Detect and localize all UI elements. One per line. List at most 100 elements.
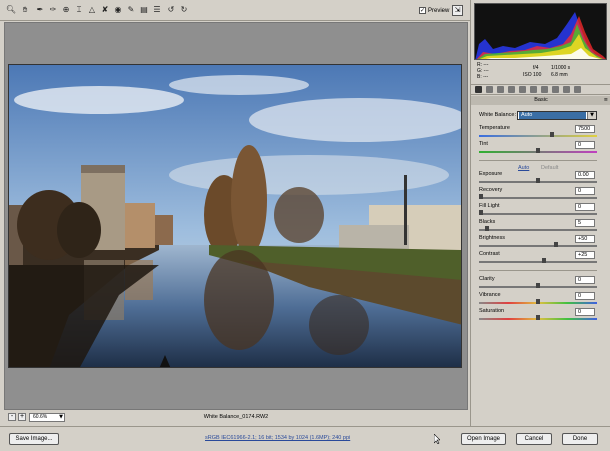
- vibrance-value-field[interactable]: 0: [575, 292, 595, 300]
- temperature-slider-thumb[interactable]: [550, 132, 554, 137]
- white-balance-label: White Balance:: [479, 112, 516, 118]
- bottom-bar: Save Image... sRGB IEC61966-2.1; 16 bit;…: [0, 426, 610, 451]
- hand-tool-icon[interactable]: ✋︎: [20, 5, 30, 15]
- brightness-slider-row: Brightness +50: [471, 235, 610, 251]
- rotate-cw-icon[interactable]: ↻: [179, 5, 189, 15]
- saturation-value-field[interactable]: 0: [575, 308, 595, 316]
- camera-calibration-tab-icon[interactable]: [552, 86, 559, 93]
- blacks-slider[interactable]: [479, 226, 597, 231]
- temperature-slider[interactable]: [479, 132, 597, 137]
- snapshots-tab-icon[interactable]: [574, 86, 581, 93]
- rgb-readout: R: --- G: --- B: --- f/4 1/1000 s ISO 10…: [477, 62, 607, 82]
- blacks-value-field[interactable]: 5: [575, 219, 595, 227]
- vibrance-label: Vibrance: [479, 292, 501, 298]
- saturation-slider-row: Saturation 0: [471, 308, 610, 324]
- vibrance-slider-row: Vibrance 0: [471, 292, 610, 308]
- exposure-slider-row: Exposure 0.00: [471, 171, 610, 187]
- contrast-slider-row: Contrast +25: [471, 251, 610, 267]
- clarity-slider[interactable]: [479, 283, 597, 288]
- presets-tab-icon[interactable]: [563, 86, 570, 93]
- white-balance-value: Auto: [519, 112, 586, 119]
- chevron-down-icon: ▼: [587, 112, 596, 119]
- recovery-slider-thumb[interactable]: [479, 194, 483, 199]
- tint-slider[interactable]: [479, 148, 597, 153]
- temperature-label: Temperature: [479, 125, 510, 131]
- target-adjust-icon[interactable]: ⊕: [61, 5, 71, 15]
- brightness-value-field[interactable]: +50: [575, 235, 595, 243]
- red-eye-icon[interactable]: ◉: [113, 5, 123, 15]
- file-name: White Balance_0174.RW2: [203, 414, 269, 420]
- straighten-tool-icon[interactable]: △: [87, 5, 97, 15]
- adjustment-brush-icon[interactable]: ✎: [126, 5, 136, 15]
- detail-tab-icon[interactable]: [497, 86, 504, 93]
- hsl-tab-icon[interactable]: [508, 86, 515, 93]
- recovery-slider-row: Recovery 0: [471, 187, 610, 203]
- exposure-slider[interactable]: [479, 178, 597, 183]
- recovery-label: Recovery: [479, 187, 503, 193]
- tint-slider-thumb[interactable]: [536, 148, 540, 153]
- fill-light-slider[interactable]: [479, 210, 597, 215]
- default-link[interactable]: Default: [541, 165, 558, 171]
- rotate-ccw-icon[interactable]: ↺: [166, 5, 176, 15]
- exposure-label: Exposure: [479, 171, 503, 177]
- tone-curve-tab-icon[interactable]: [486, 86, 493, 93]
- focal-length: 6.8 mm: [551, 72, 568, 78]
- panel-tabs: [471, 84, 610, 95]
- contrast-label: Contrast: [479, 251, 500, 257]
- exposure-slider-thumb[interactable]: [536, 178, 540, 183]
- cancel-button[interactable]: Cancel: [516, 433, 552, 445]
- brightness-slider-thumb[interactable]: [554, 242, 558, 247]
- color-sampler-icon[interactable]: ✑: [48, 5, 58, 15]
- basic-tab-icon[interactable]: [475, 86, 482, 93]
- brightness-label: Brightness: [479, 235, 505, 241]
- contrast-slider-thumb[interactable]: [542, 258, 546, 263]
- zoom-tool-icon[interactable]: 🔍︎: [6, 5, 16, 15]
- graduated-filter-icon[interactable]: ▤: [139, 5, 149, 15]
- toolbar: 🔍︎ ✋︎ ✒ ✑ ⊕ ⌶ △ ✘ ◉ ✎ ▤ ☰ ↺ ↻ ✓ Preview …: [0, 0, 470, 21]
- fill-light-slider-thumb[interactable]: [479, 210, 483, 215]
- saturation-label: Saturation: [479, 308, 505, 314]
- recovery-value-field[interactable]: 0: [575, 187, 595, 195]
- lens-corrections-tab-icon[interactable]: [530, 86, 537, 93]
- vibrance-slider[interactable]: [479, 299, 597, 304]
- white-balance-tool-icon[interactable]: ✒: [35, 5, 45, 15]
- preferences-icon[interactable]: ☰: [152, 5, 162, 15]
- tint-value-field[interactable]: 0: [575, 141, 595, 149]
- panel-menu-icon[interactable]: ≡: [604, 96, 608, 105]
- spot-removal-icon[interactable]: ✘: [100, 5, 110, 15]
- white-balance-select[interactable]: Auto ▼: [517, 111, 597, 120]
- preview-label: Preview: [428, 7, 450, 14]
- fill-light-value-field[interactable]: 0: [575, 203, 595, 211]
- preview-toggle[interactable]: ✓ Preview: [419, 7, 449, 14]
- saturation-slider-thumb[interactable]: [536, 315, 540, 320]
- recovery-slider[interactable]: [479, 194, 597, 199]
- clarity-slider-row: Clarity 0: [471, 276, 610, 292]
- clarity-slider-thumb[interactable]: [536, 283, 540, 288]
- effects-tab-icon[interactable]: [541, 86, 548, 93]
- done-button[interactable]: Done: [562, 433, 598, 445]
- vibrance-slider-thumb[interactable]: [536, 299, 540, 304]
- split-toning-tab-icon[interactable]: [519, 86, 526, 93]
- clarity-value-field[interactable]: 0: [575, 276, 595, 284]
- photo-preview[interactable]: [8, 64, 462, 368]
- temperature-value-field[interactable]: 7500: [575, 125, 595, 133]
- fill-light-label: Fill Light: [479, 203, 500, 209]
- fullscreen-icon[interactable]: ⇲: [452, 5, 463, 16]
- contrast-slider[interactable]: [479, 258, 597, 263]
- open-image-button[interactable]: Open Image: [461, 433, 506, 445]
- status-bar: - + 60.6% ▼ White Balance_0174.RW2: [4, 410, 468, 424]
- fill-light-slider-row: Fill Light 0: [471, 203, 610, 219]
- saturation-slider[interactable]: [479, 315, 597, 320]
- preview-checkbox[interactable]: ✓: [419, 7, 426, 14]
- auto-link[interactable]: Auto: [518, 165, 529, 171]
- crop-tool-icon[interactable]: ⌶: [74, 5, 84, 15]
- workflow-options-link[interactable]: sRGB IEC61966-2.1; 16 bit; 1534 by 1024 …: [205, 435, 350, 441]
- contrast-value-field[interactable]: +25: [575, 251, 595, 259]
- brightness-slider[interactable]: [479, 242, 597, 247]
- mouse-cursor-icon: [434, 434, 440, 444]
- blacks-slider-thumb[interactable]: [485, 226, 489, 231]
- exposure-value-field[interactable]: 0.00: [575, 171, 595, 179]
- clarity-label: Clarity: [479, 276, 495, 282]
- save-image-button[interactable]: Save Image...: [9, 433, 59, 445]
- section-title: Basic: [534, 97, 548, 103]
